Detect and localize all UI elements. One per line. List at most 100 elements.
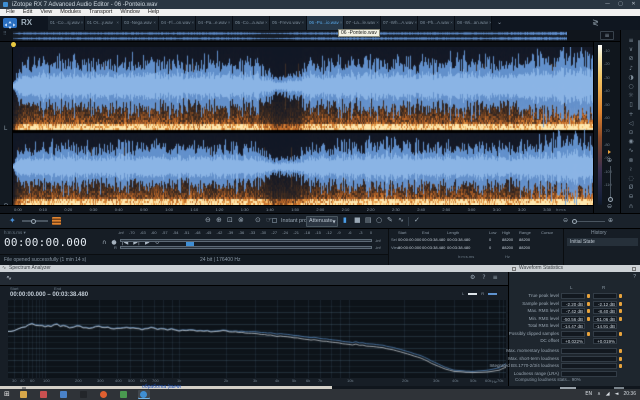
- module-icon[interactable]: ○: [621, 82, 640, 91]
- vertical-zoom-in-icon[interactable]: ⊕: [607, 158, 612, 164]
- spectrum-analyzer-title[interactable]: Spectrum Analyzer: [9, 266, 51, 271]
- zoom-fit-icon[interactable]: ⊗: [238, 217, 244, 224]
- h-zoom-knob[interactable]: [572, 219, 577, 224]
- module-icon[interactable]: Ø: [621, 183, 640, 192]
- tab-close-icon[interactable]: ×: [115, 21, 119, 26]
- menu-view[interactable]: View: [40, 10, 52, 16]
- tab-overflow-chevron-icon[interactable]: ⌄: [497, 20, 502, 26]
- close-button[interactable]: ✕: [627, 0, 640, 9]
- tray-item[interactable]: ◢: [606, 392, 610, 397]
- module-icon[interactable]: ∩: [621, 202, 640, 211]
- wand-selection-icon[interactable]: ∿: [398, 217, 404, 224]
- history-item[interactable]: Initial State: [567, 238, 638, 246]
- file-tab[interactable]: 06 -Po...io.wav×: [307, 16, 344, 30]
- tab-close-icon[interactable]: ×: [152, 21, 156, 26]
- overview-list-icon[interactable]: ≡: [600, 31, 614, 40]
- time-format-selector[interactable]: h:m:s.ms ▾: [4, 231, 26, 236]
- tab-close-icon[interactable]: ×: [301, 21, 305, 26]
- menu-modules[interactable]: Modules: [60, 10, 81, 16]
- file-tab[interactable]: 01 -Co...sj.wav×: [48, 16, 85, 30]
- time-ruler[interactable]: h:m:s 0:000:100:200:300:400:501:001:101:…: [0, 205, 593, 213]
- file-tab[interactable]: 03 -Nega.wav×: [122, 16, 159, 30]
- module-icon[interactable]: ⊘: [621, 54, 640, 63]
- tab-close-icon[interactable]: ×: [264, 21, 268, 26]
- monitor-headphone-button[interactable]: ∩: [102, 240, 106, 246]
- file-tab[interactable]: 07 -La...le.wav×: [344, 16, 381, 30]
- settings-gear-icon[interactable]: ⚙: [470, 275, 475, 281]
- taskbar-app-blue[interactable]: [58, 390, 70, 399]
- menu-help[interactable]: Help: [148, 10, 159, 16]
- menu-file[interactable]: File: [6, 10, 15, 16]
- h-zoom-in-icon[interactable]: ⊕: [608, 218, 613, 224]
- module-icon[interactable]: ∿: [621, 146, 640, 155]
- taskbar-clock[interactable]: 20:36: [623, 392, 636, 397]
- module-icon[interactable]: ◁: [621, 119, 640, 128]
- find-similar-icon[interactable]: ✓: [414, 217, 420, 224]
- spectrum-plot[interactable]: [8, 300, 506, 378]
- taskbar-app-dark[interactable]: [78, 390, 90, 399]
- tray-item[interactable]: EN: [585, 392, 592, 397]
- file-tab[interactable]: 04 -Fl...on.wav×: [159, 16, 196, 30]
- file-tab[interactable]: 05 -Co...a.wav×: [233, 16, 270, 30]
- tab-close-icon[interactable]: ×: [488, 21, 492, 26]
- menu-window[interactable]: Window: [120, 10, 140, 16]
- spectrogram-waveform-display[interactable]: [13, 47, 593, 205]
- tray-item[interactable]: ∧: [597, 392, 601, 397]
- blend-slider-knob[interactable]: [31, 219, 36, 224]
- module-icon[interactable]: +: [621, 110, 640, 119]
- module-icon[interactable]: ⊙: [621, 128, 640, 137]
- file-tab[interactable]: 08 -Wi...an.wav×: [455, 16, 492, 30]
- tab-close-icon[interactable]: ×: [191, 21, 195, 26]
- tab-close-icon[interactable]: ×: [449, 21, 453, 26]
- module-icon[interactable]: ☼: [621, 91, 640, 100]
- minimize-button[interactable]: —: [601, 0, 614, 9]
- spectrogram-color-scale[interactable]: [598, 45, 602, 205]
- h-zoom-out-icon[interactable]: ⊖: [563, 218, 568, 224]
- file-tab[interactable]: 01 Or...y.wav×: [85, 16, 122, 30]
- module-icon[interactable]: ◑: [621, 73, 640, 82]
- time-freq-selection-icon[interactable]: ■: [354, 217, 361, 224]
- module-icon[interactable]: ≡: [621, 36, 640, 45]
- tab-close-icon[interactable]: ×: [80, 21, 84, 26]
- title-bar[interactable]: iZotope RX 7 Advanced Audio Editor - 06 …: [0, 0, 640, 9]
- taskbar-app-red[interactable]: [38, 390, 50, 399]
- taskbar-app-orange[interactable]: [98, 390, 110, 399]
- vertical-zoom-out-icon[interactable]: ⊖: [607, 204, 612, 210]
- file-tab[interactable]: 05 -Frevo.wav×: [270, 16, 307, 30]
- frequency-selection-icon[interactable]: ▤: [365, 217, 372, 224]
- scale-marker-icon[interactable]: [608, 150, 611, 154]
- waveform-statistics-title[interactable]: Waveform Statistics: [519, 266, 563, 271]
- module-icon[interactable]: ▯: [621, 100, 640, 109]
- file-tab[interactable]: 08 -Ph...A.wav×: [418, 16, 455, 30]
- module-icon[interactable]: ∨: [621, 45, 640, 54]
- tray-item[interactable]: ◄: [615, 392, 619, 397]
- taskbar-app-green[interactable]: [118, 390, 130, 399]
- taskbar-file-explorer[interactable]: [18, 390, 30, 399]
- attenuate-dropdown[interactable]: Attenuate▼: [306, 216, 338, 227]
- spectrum-icon[interactable]: ∿: [6, 275, 12, 282]
- tab-close-icon[interactable]: ×: [339, 21, 343, 26]
- tab-close-icon[interactable]: ×: [414, 21, 418, 26]
- file-tab[interactable]: 07 -Wh...A.wav×: [381, 16, 418, 30]
- zoom-selection-icon[interactable]: ⊡: [227, 217, 233, 224]
- module-icon[interactable]: ♪: [621, 64, 640, 73]
- maximize-button[interactable]: ▢: [614, 0, 627, 9]
- menu-edit[interactable]: Edit: [23, 10, 32, 16]
- magnifier-icon[interactable]: ⊙: [255, 217, 261, 224]
- overview-minimap[interactable]: ⠿ ≡: [0, 30, 640, 42]
- stats-window-button[interactable]: [632, 267, 636, 271]
- file-tab[interactable]: 04 -Pa...e.wav×: [196, 16, 233, 30]
- taskbar-rx-app[interactable]: [138, 390, 150, 399]
- module-icon[interactable]: ◉: [621, 137, 640, 146]
- preset-list-icon[interactable]: ≡: [493, 275, 498, 281]
- help-icon[interactable]: ?: [482, 275, 485, 281]
- module-icon[interactable]: ⊗: [621, 156, 640, 165]
- menu-transport[interactable]: Transport: [89, 10, 112, 16]
- spectrogram-settings-icon[interactable]: [52, 217, 61, 225]
- module-icon[interactable]: ◌: [621, 174, 640, 183]
- tab-close-icon[interactable]: ×: [375, 21, 379, 26]
- time-selection-icon[interactable]: ▮: [343, 217, 347, 224]
- module-icon[interactable]: ≀: [621, 165, 640, 174]
- stats-help-icon[interactable]: ?: [633, 275, 636, 280]
- overview-waveform-canvas[interactable]: [13, 31, 567, 41]
